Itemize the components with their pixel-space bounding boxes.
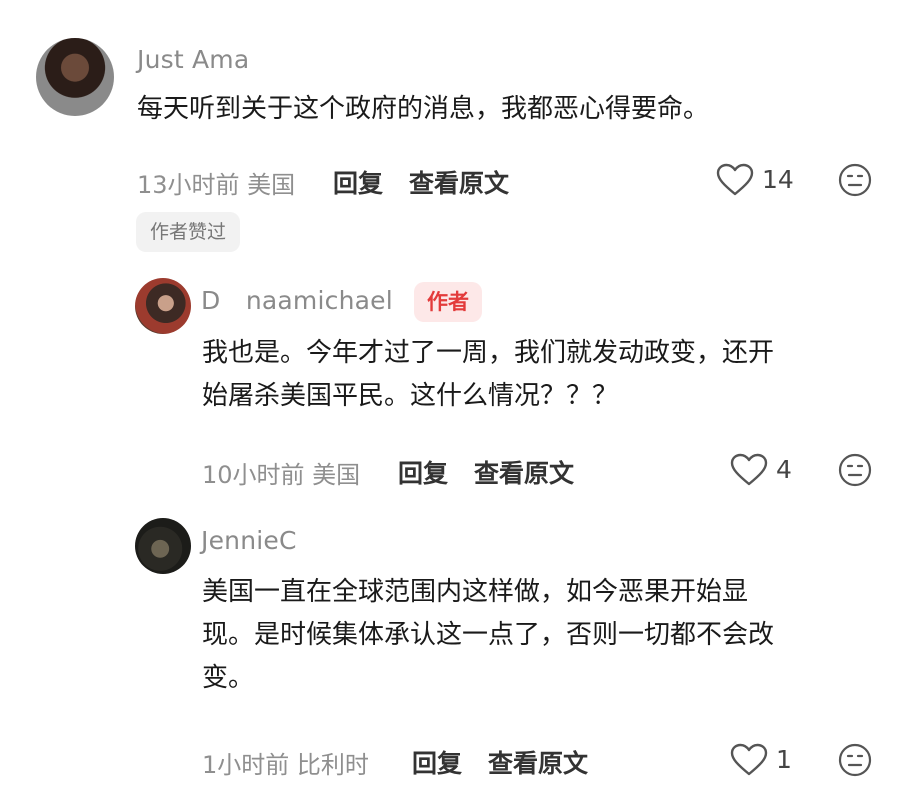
author-badge: 作者 (414, 282, 482, 322)
username[interactable]: JennieC (201, 526, 297, 555)
like-count: 1 (776, 745, 792, 774)
heart-icon[interactable] (730, 453, 768, 487)
username[interactable]: D naamichael (201, 286, 393, 315)
comment-text-line: 始屠杀美国平民。这什么情况？？？ (202, 381, 619, 411)
heart-icon[interactable] (716, 163, 754, 197)
comment-text-line: 美国一直在全球范围内这样做，如今恶果开始显 (202, 577, 749, 607)
comment-text-line: 变。 (202, 663, 255, 693)
avatar[interactable] (36, 38, 114, 116)
comment-meta: 1小时前 比利时 (202, 751, 369, 779)
emoji-face-icon[interactable] (838, 453, 872, 487)
comment-text: 每天听到关于这个政府的消息，我都恶心得要命。 (137, 88, 709, 131)
avatar[interactable] (135, 518, 191, 574)
comment-text: 美国一直在全球范围内这样做，如今恶果开始显 现。是时候集体承认这一点了，否则一切… (202, 571, 774, 700)
emoji-face-icon[interactable] (838, 743, 872, 777)
comment-text-line: 我也是。今年才过了一周，我们就发动政变，还开 (202, 338, 775, 368)
like-count: 14 (762, 165, 794, 194)
comment-text-line: 现。是时候集体承认这一点了，否则一切都不会改 (202, 620, 775, 650)
username[interactable]: Just Ama (137, 45, 249, 74)
heart-icon[interactable] (730, 743, 768, 777)
comment-text: 我也是。今年才过了一周，我们就发动政变，还开 始屠杀美国平民。这什么情况？？？ (202, 332, 774, 418)
view-original-button[interactable]: 查看原文 (409, 164, 509, 200)
view-original-button[interactable]: 查看原文 (488, 744, 588, 780)
comment-meta: 13小时前 美国 (137, 171, 296, 199)
like-count: 4 (776, 455, 792, 484)
reply-button[interactable]: 回复 (412, 744, 462, 780)
view-original-button[interactable]: 查看原文 (474, 454, 574, 490)
comment-meta: 10小时前 美国 (202, 461, 361, 489)
avatar[interactable] (135, 278, 191, 334)
comment-text-line: 每天听到关于这个政府的消息，我都恶心得要命。 (137, 94, 710, 124)
reply-button[interactable]: 回复 (398, 454, 448, 490)
emoji-face-icon[interactable] (838, 163, 872, 197)
author-liked-badge: 作者赞过 (136, 212, 241, 252)
reply-button[interactable]: 回复 (333, 164, 383, 200)
